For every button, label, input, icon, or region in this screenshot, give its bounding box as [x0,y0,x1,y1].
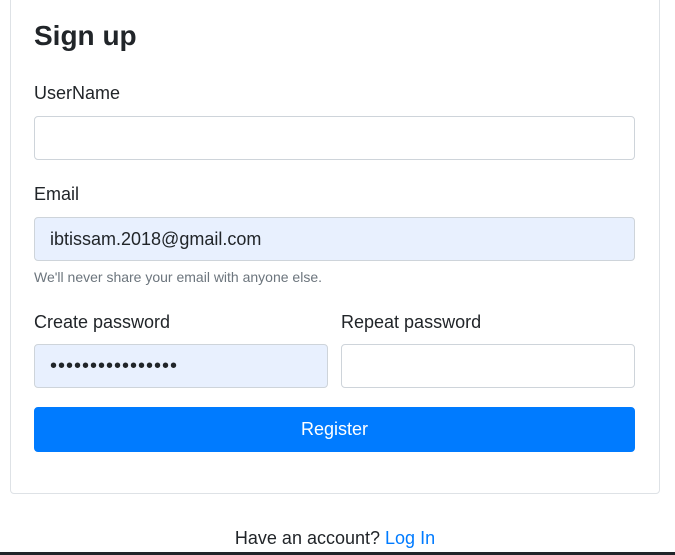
create-password-label: Create password [34,312,171,332]
repeat-password-label: Repeat password [341,312,482,332]
username-input[interactable] [34,116,635,160]
footer-login-prompt: Have an account? Log In [0,526,670,550]
username-label: UserName [34,83,121,103]
login-link[interactable]: Log In [385,528,435,548]
repeat-password-input[interactable] [341,344,635,388]
email-label: Email [34,184,80,204]
register-button[interactable]: Register [34,407,635,452]
have-account-text: Have an account? [234,528,381,548]
create-password-input[interactable] [34,344,328,388]
page-title: Sign up [34,20,137,51]
email-help-text: We'll never share your email with anyone… [34,269,322,285]
email-input[interactable] [34,217,635,261]
